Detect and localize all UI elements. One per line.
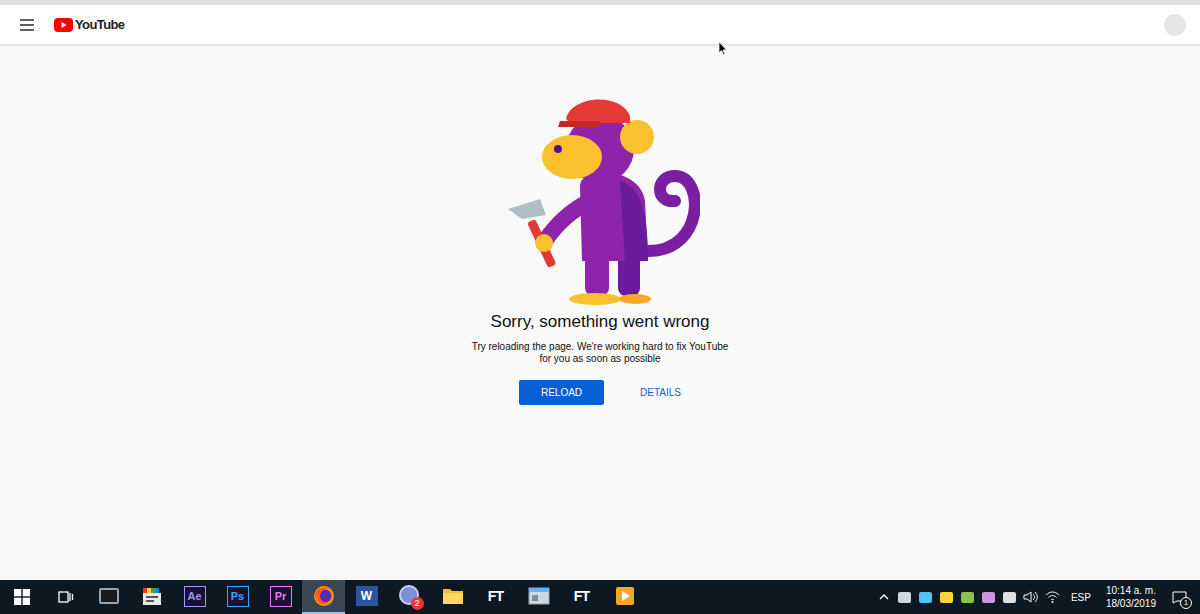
- clock[interactable]: 10:14 a. m.18/03/2019: [1098, 584, 1164, 610]
- details-button[interactable]: DETAILS: [638, 380, 683, 405]
- mouse-cursor-icon: [718, 41, 728, 56]
- volume-icon[interactable]: [1020, 580, 1042, 614]
- window-app-icon: [528, 586, 550, 606]
- media-player-icon: [615, 586, 635, 606]
- taskbar-app[interactable]: [603, 580, 646, 614]
- error-page: Sorry, something went wrong Try reloading…: [0, 45, 1200, 580]
- taskbar-app[interactable]: 2: [388, 580, 431, 614]
- error-actions: RELOAD DETAILS: [519, 380, 683, 405]
- chat-app-icon: 2: [399, 585, 421, 607]
- clapper-icon: [141, 586, 163, 606]
- tray-app-icon[interactable]: [936, 580, 957, 614]
- taskbar-app[interactable]: [431, 580, 474, 614]
- tray-chevron-icon[interactable]: [874, 580, 894, 614]
- taskbar-app[interactable]: [130, 580, 173, 614]
- wifi-icon[interactable]: [1042, 580, 1064, 614]
- taskbar-app[interactable]: W: [345, 580, 388, 614]
- taskbar-app[interactable]: [302, 580, 345, 614]
- tray-app-icon[interactable]: [915, 580, 936, 614]
- menu-button[interactable]: [20, 17, 36, 33]
- notification-badge: 2: [411, 597, 424, 610]
- ft-app-icon: FT: [573, 589, 591, 603]
- taskbar: Ae Ps Pr W 2 FT FT ESP10:14 a. m.18/03/2019 1: [0, 580, 1200, 614]
- tray-app-icon[interactable]: [978, 580, 999, 614]
- taskbar-app[interactable]: FT: [474, 580, 517, 614]
- folder-icon: [442, 587, 464, 605]
- system-tray: ESP10:14 a. m.18/03/2019 1: [874, 580, 1200, 614]
- firefox-icon: [313, 585, 335, 607]
- taskbar-app[interactable]: [517, 580, 560, 614]
- taskbar-app[interactable]: [87, 580, 130, 614]
- reload-button[interactable]: RELOAD: [519, 380, 604, 405]
- error-title: Sorry, something went wrong: [491, 311, 710, 333]
- word-icon: W: [356, 586, 378, 606]
- terminal-icon: [99, 588, 119, 604]
- input-language[interactable]: ESP: [1064, 590, 1098, 605]
- error-message: Try reloading the page. We're working ha…: [472, 341, 729, 365]
- adobe-app-icon: Ps: [227, 586, 249, 607]
- task-view-button[interactable]: [44, 580, 87, 614]
- taskbar-app[interactable]: FT: [560, 580, 603, 614]
- start-button[interactable]: [0, 580, 44, 614]
- taskbar-app[interactable]: Pr: [259, 580, 302, 614]
- youtube-logo[interactable]: YouTube: [54, 18, 124, 32]
- screen: YouTube Sorry, something went wrong Try re…: [0, 0, 1200, 614]
- adobe-app-icon: Pr: [270, 586, 292, 607]
- taskbar-app[interactable]: Ae: [173, 580, 216, 614]
- battery-icon[interactable]: [999, 580, 1020, 614]
- account-avatar[interactable]: [1164, 14, 1186, 36]
- taskbar-app[interactable]: Ps: [216, 580, 259, 614]
- ft-app-icon: FT: [487, 589, 505, 603]
- youtube-play-icon: [54, 18, 73, 32]
- action-center-button[interactable]: 1: [1164, 580, 1194, 614]
- tray-app-icon[interactable]: [957, 580, 978, 614]
- task-view-icon: [58, 590, 74, 604]
- monkey-illustration-icon: [500, 91, 700, 306]
- youtube-header: YouTube: [0, 5, 1200, 45]
- windows-logo-icon: [14, 589, 30, 605]
- notification-count: 1: [1180, 597, 1192, 609]
- adobe-app-icon: Ae: [184, 586, 206, 607]
- tray-app-icon[interactable]: [894, 580, 915, 614]
